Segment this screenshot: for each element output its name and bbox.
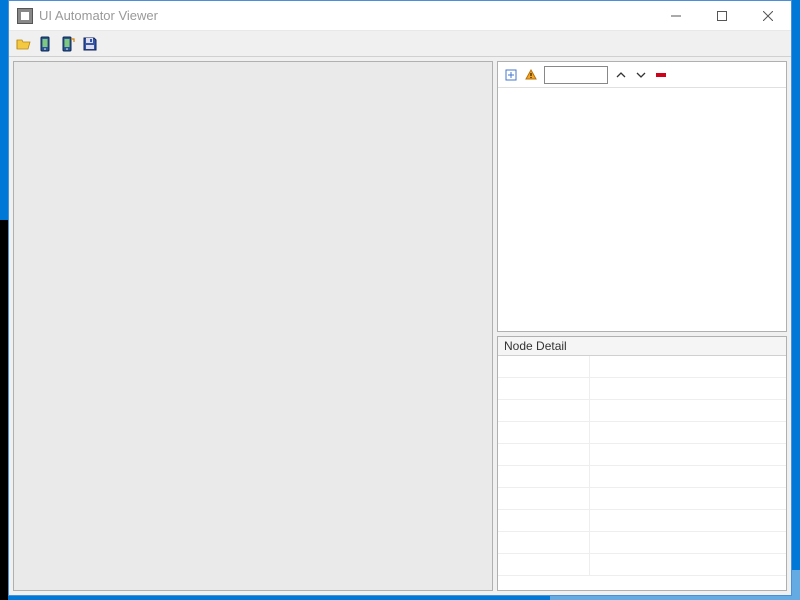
screenshot-panel[interactable] xyxy=(13,61,493,591)
table-row xyxy=(498,444,786,466)
node-detail-table[interactable] xyxy=(498,356,786,590)
close-icon xyxy=(763,11,773,21)
table-row xyxy=(498,378,786,400)
expand-icon xyxy=(505,69,517,81)
toggle-naf-button[interactable] xyxy=(524,68,538,82)
save-icon xyxy=(82,36,98,52)
table-row xyxy=(498,532,786,554)
search-input[interactable] xyxy=(544,66,608,84)
content-area: Node Detail xyxy=(9,57,791,595)
minimize-button[interactable] xyxy=(653,1,699,30)
window-controls xyxy=(653,1,791,30)
hierarchy-toolbar xyxy=(498,62,786,88)
search-clear-button[interactable] xyxy=(654,68,668,82)
device-icon xyxy=(38,36,54,52)
clear-icon xyxy=(656,72,666,78)
maximize-button[interactable] xyxy=(699,1,745,30)
table-row xyxy=(498,466,786,488)
search-next-button[interactable] xyxy=(634,68,648,82)
device-compressed-icon xyxy=(60,36,76,52)
chevron-down-icon xyxy=(636,70,646,80)
chevron-up-icon xyxy=(616,70,626,80)
titlebar[interactable]: UI Automator Viewer xyxy=(9,1,791,31)
table-row xyxy=(498,510,786,532)
folder-open-icon xyxy=(16,36,32,52)
minimize-icon xyxy=(671,11,681,21)
maximize-icon xyxy=(717,11,727,21)
device-screenshot-compressed-button[interactable] xyxy=(59,35,77,53)
right-panels: Node Detail xyxy=(497,61,787,591)
open-button[interactable] xyxy=(15,35,33,53)
expand-all-button[interactable] xyxy=(504,68,518,82)
main-toolbar xyxy=(9,31,791,57)
warning-icon xyxy=(525,69,537,81)
hierarchy-panel xyxy=(497,61,787,332)
hierarchy-tree[interactable] xyxy=(498,88,786,331)
table-row xyxy=(498,554,786,576)
table-row xyxy=(498,356,786,378)
save-button[interactable] xyxy=(81,35,99,53)
app-window: UI Automator Viewer xyxy=(8,0,792,596)
close-button[interactable] xyxy=(745,1,791,30)
table-row xyxy=(498,400,786,422)
search-prev-button[interactable] xyxy=(614,68,628,82)
app-icon xyxy=(17,8,33,24)
desktop-window-behind xyxy=(0,220,8,600)
table-row xyxy=(498,422,786,444)
table-row xyxy=(498,488,786,510)
node-detail-header: Node Detail xyxy=(498,337,786,356)
window-title: UI Automator Viewer xyxy=(39,8,653,23)
node-detail-panel: Node Detail xyxy=(497,336,787,591)
device-screenshot-button[interactable] xyxy=(37,35,55,53)
